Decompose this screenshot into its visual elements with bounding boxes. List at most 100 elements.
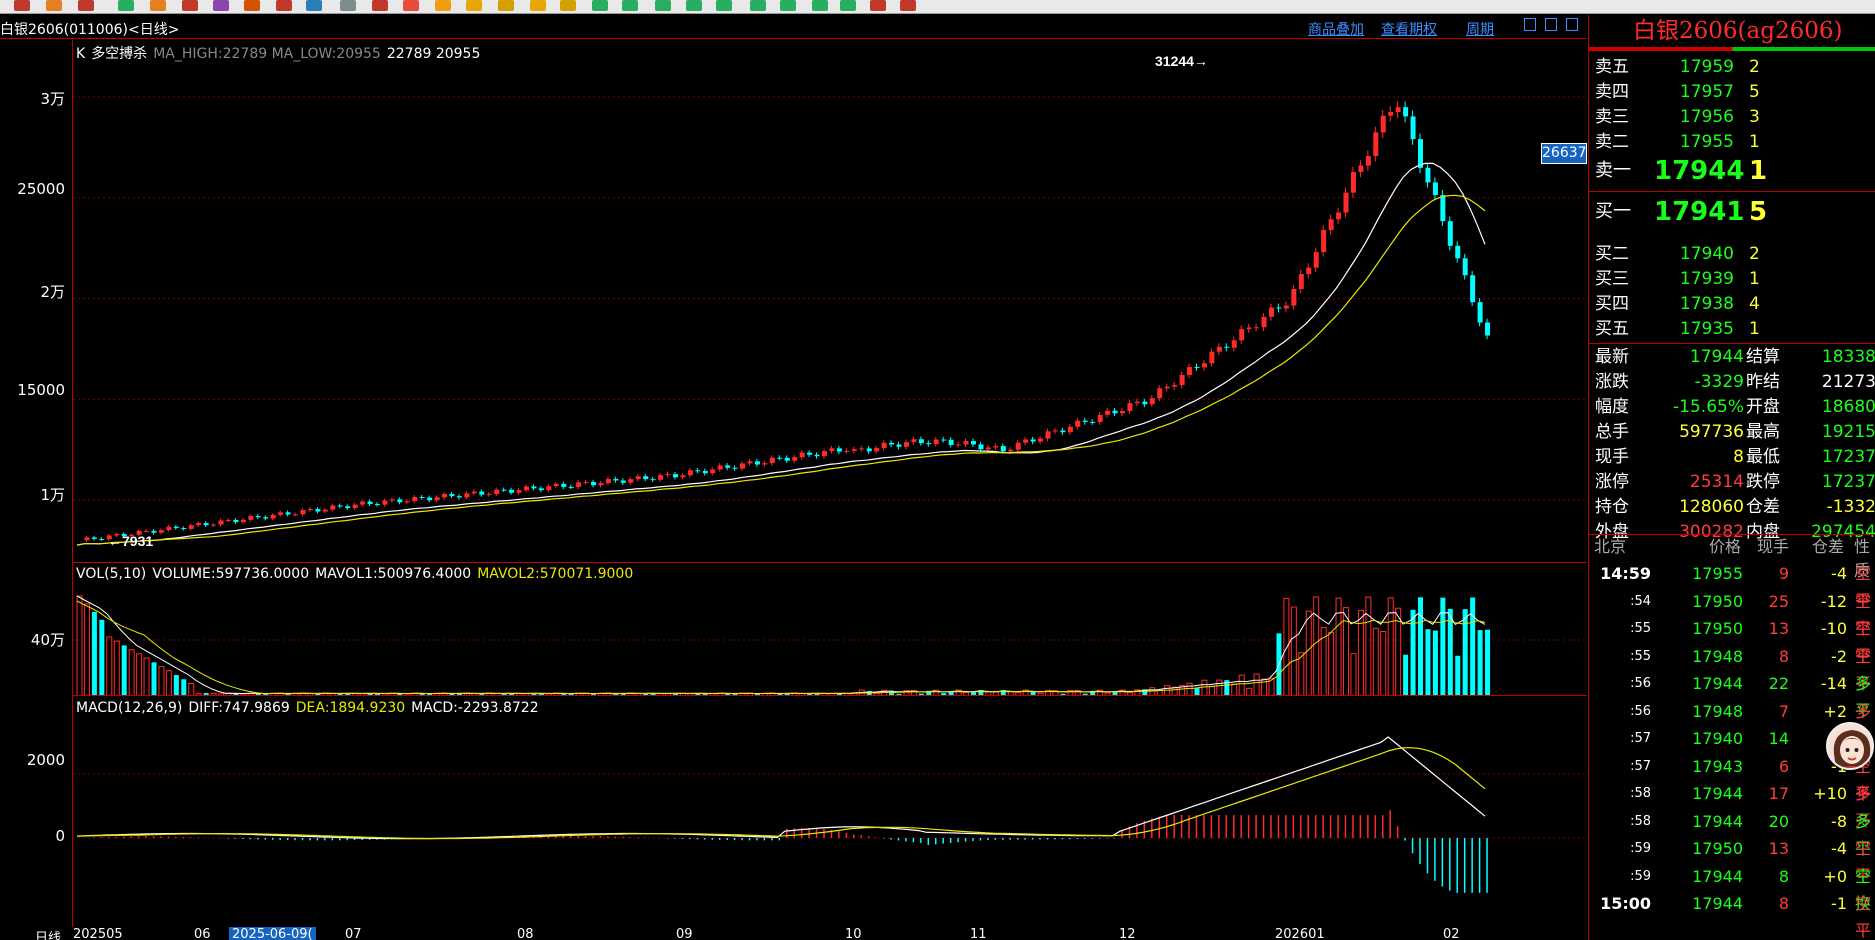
tool-icon-9[interactable] (276, 0, 292, 11)
volume-panel[interactable]: VOL(5,10) VOLUME:597736.0000 MAVOL1:500976… (72, 562, 1588, 696)
tool-icon-21[interactable] (655, 0, 671, 11)
tool-icon-15[interactable] (466, 0, 482, 11)
tool-icon-19[interactable] (592, 0, 608, 11)
volume-bar (181, 679, 187, 696)
candle-body (196, 523, 202, 526)
stat-value-left: 128060 (1679, 497, 1744, 517)
candle-body (538, 488, 544, 491)
kline-ma-high-line (76, 162, 1486, 546)
volume-bar (143, 657, 150, 696)
tool-icon-10[interactable] (306, 0, 322, 11)
tool-icon-20[interactable] (622, 0, 638, 11)
candle-body (1246, 327, 1252, 330)
nav-right-icon[interactable] (1566, 18, 1578, 31)
candle-body (464, 493, 470, 498)
tick-volume: 6 (1778, 756, 1789, 776)
macd-panel[interactable]: MACD(12,26,9) DIFF:747.9869 DEA:1894.9230 M… (72, 695, 1588, 928)
bid-row-5: 买五 17935 1 (1589, 317, 1875, 342)
tick-row: :59 17944 8 +0 空换 (1589, 863, 1875, 913)
tool-icon-12[interactable] (372, 0, 388, 11)
tool-icon-11[interactable] (340, 0, 356, 11)
tick-time: 15:00 (1600, 894, 1651, 913)
candle-body (568, 486, 574, 488)
time-axis-tick-4: 07 (345, 927, 362, 940)
tool-icon-17[interactable] (530, 0, 546, 11)
tick-time: :56 (1630, 703, 1651, 719)
candle-body (322, 509, 328, 512)
stat-label-right: 结算 (1746, 347, 1780, 367)
candle-body (591, 481, 597, 486)
tool-icon-13[interactable] (403, 0, 419, 11)
tool-icon-22[interactable] (686, 0, 702, 11)
tick-oi-change: -1 (1831, 894, 1847, 913)
view-options-link[interactable]: 查看期权 (1381, 19, 1437, 39)
tool-icon-5[interactable] (150, 0, 166, 11)
candle-body (442, 493, 448, 498)
candle-body (561, 483, 567, 487)
candle-body (1403, 107, 1409, 117)
candle-body (1023, 439, 1029, 443)
candle-body (1291, 289, 1297, 306)
candle-body (1082, 420, 1088, 422)
tool-icon-14[interactable] (435, 0, 451, 11)
candle-body (1440, 195, 1446, 222)
ask-price: 17956 (1679, 107, 1734, 127)
tool-icon-18[interactable] (560, 0, 576, 11)
tick-time: :57 (1630, 731, 1651, 746)
tool-icon-24[interactable] (750, 0, 766, 11)
candle-body (84, 537, 90, 541)
assistant-avatar[interactable] (1826, 722, 1874, 770)
candle-body (695, 470, 701, 472)
tool-icon-28[interactable] (870, 0, 886, 11)
tool-icon-1[interactable] (14, 0, 30, 11)
candle-body (665, 474, 671, 476)
tool-icon-25[interactable] (780, 0, 796, 11)
candle-body (643, 476, 649, 480)
commodity-overlay-link[interactable]: 商品叠加 (1308, 19, 1364, 39)
tick-time: :59 (1630, 841, 1651, 856)
candle-body (166, 526, 172, 531)
tool-icon-7[interactable] (213, 0, 229, 11)
candle-body (673, 474, 678, 478)
tick-volume: 8 (1778, 866, 1789, 886)
candle-body (352, 504, 358, 509)
tool-icon-26[interactable] (812, 0, 828, 11)
period-link[interactable]: 周期 (1466, 19, 1494, 39)
macd-chart[interactable] (73, 696, 1588, 928)
nav-expand-icon[interactable] (1545, 18, 1557, 31)
tool-icon-8[interactable] (244, 0, 260, 11)
tool-icon-4[interactable] (118, 0, 134, 11)
tool-icon-2[interactable] (46, 0, 62, 11)
candle-body (1380, 115, 1386, 133)
tick-row: :58 17944 17 +10 多开 (1589, 780, 1875, 830)
candle-body (211, 524, 217, 526)
tool-icon-23[interactable] (716, 0, 732, 11)
nav-left-icon[interactable] (1524, 18, 1536, 31)
candle-body (1030, 439, 1036, 442)
volume-chart[interactable] (73, 563, 1588, 696)
tick-time: 14:59 (1600, 564, 1651, 583)
volume-bar (1328, 631, 1335, 696)
tool-icon-29[interactable] (900, 0, 916, 11)
tick-price: 17944 (1692, 866, 1743, 886)
candle-body (419, 496, 425, 498)
tool-icon-3[interactable] (78, 0, 94, 11)
kline-panel[interactable]: 31244→ ←7931 K 多空搏杀 MA_HIGH:22789 MA_LOW:20… (72, 40, 1588, 562)
candle-body (375, 503, 380, 505)
candle-body (1373, 132, 1379, 157)
tick-time: :54 (1630, 593, 1651, 609)
tool-icon-6[interactable] (182, 0, 198, 11)
tool-icon-27[interactable] (840, 0, 856, 11)
candle-body (1418, 139, 1423, 168)
time-axis-tick-2: 06 (194, 927, 211, 940)
tick-row: :56179487+2多开 (1589, 698, 1875, 748)
candle-body (963, 441, 969, 445)
tick-price: 17944 (1692, 894, 1743, 913)
kline-y-label-1: 3万 (40, 90, 65, 108)
tool-icon-16[interactable] (498, 0, 514, 11)
candle-body (1395, 107, 1401, 113)
kline-chart[interactable]: 31244→ ←7931 (73, 40, 1588, 562)
volume-bar (99, 619, 105, 696)
bid-qty: 1 (1749, 319, 1760, 339)
bid-row-4: 买四 17938 4 (1589, 292, 1875, 317)
